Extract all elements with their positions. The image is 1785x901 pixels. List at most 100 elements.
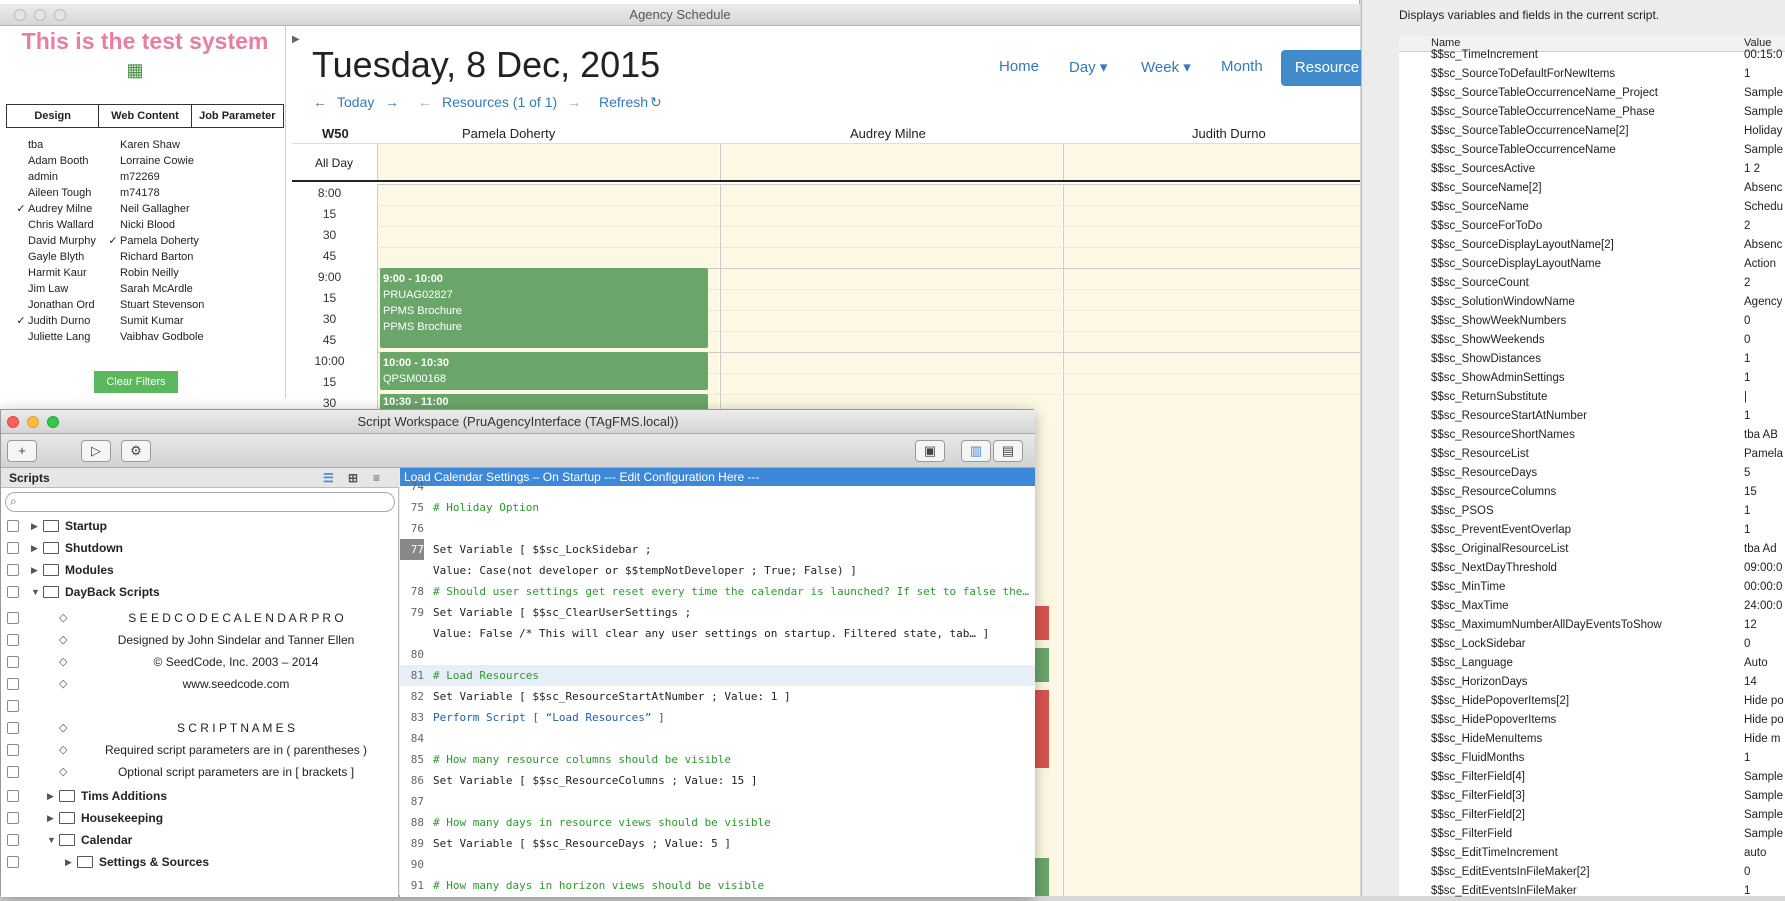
variable-row[interactable]: $$sc_SourceName Schedu xyxy=(1399,198,1785,217)
debug-script-icon[interactable]: ⚙ xyxy=(121,440,151,462)
search-input[interactable]: ⌕ xyxy=(5,492,395,512)
script-step[interactable]: Value: Case(not developer or $$tempNotDe… xyxy=(400,560,1035,581)
variable-row[interactable]: $$sc_MaxTime 24:00:0 xyxy=(1399,597,1785,616)
tab-job-parameter[interactable]: Job Parameter xyxy=(192,105,283,127)
refresh-icon[interactable]: ↻ xyxy=(650,94,662,111)
script-list-item[interactable]: ◇ Optional script parameters are in [ bra… xyxy=(1,762,399,782)
script-step[interactable]: 79 Set Variable [ $$sc_ClearUserSettings … xyxy=(400,602,1035,623)
person-filter-item[interactable]: Karen Shaw xyxy=(106,137,180,153)
person-filter-item[interactable]: m74178 xyxy=(106,185,160,201)
variable-row[interactable]: $$sc_SourceDisplayLayoutName Action xyxy=(1399,255,1785,274)
script-step[interactable]: 91 # How many days in horizon views shoul… xyxy=(400,875,1035,896)
variable-row[interactable]: $$sc_ShowWeekNumbers 0 xyxy=(1399,312,1785,331)
variable-row[interactable]: $$sc_SolutionWindowName Agency xyxy=(1399,293,1785,312)
variable-row[interactable]: $$sc_FilterField[3] Sample xyxy=(1399,787,1785,806)
variable-row[interactable]: $$sc_HideMenuItems Hide m xyxy=(1399,730,1785,749)
variable-row[interactable]: $$sc_EditEventsInFileMaker 1 xyxy=(1399,882,1785,901)
tab-design[interactable]: Design xyxy=(7,105,100,127)
disclosure-closed-icon[interactable]: ▶ xyxy=(65,852,72,872)
variable-row[interactable]: $$sc_ReturnSubstitute | xyxy=(1399,388,1785,407)
variable-row[interactable]: $$sc_LockSidebar 0 xyxy=(1399,635,1785,654)
nav-home[interactable]: Home xyxy=(999,58,1039,75)
variable-row[interactable]: $$sc_NextDayThreshold 09:00:0 xyxy=(1399,559,1785,578)
script-checkbox[interactable] xyxy=(7,612,19,624)
person-filter-item[interactable]: Sarah McArdle xyxy=(106,281,193,297)
list-view-icon[interactable]: ☰ xyxy=(323,468,334,488)
variable-row[interactable]: $$sc_FilterField Sample xyxy=(1399,825,1785,844)
nav-week[interactable]: Week ▾ xyxy=(1141,58,1191,76)
person-filter-item[interactable]: Adam Booth xyxy=(14,153,89,169)
variable-row[interactable]: $$sc_HidePopoverItems[2] Hide po xyxy=(1399,692,1785,711)
close-button[interactable] xyxy=(14,9,26,21)
all-day-cell[interactable] xyxy=(720,144,1062,180)
variable-row[interactable]: $$sc_SourceTableOccurrenceName[2] Holiday xyxy=(1399,122,1785,141)
script-step[interactable]: 89 Set Variable [ $$sc_ResourceDays ; Val… xyxy=(400,833,1035,854)
nav-resource[interactable]: Resource xyxy=(1281,50,1373,86)
options-icon[interactable]: ≡ xyxy=(373,468,380,488)
script-checkbox[interactable] xyxy=(7,766,19,778)
variable-row[interactable]: $$sc_SourceCount 2 xyxy=(1399,274,1785,293)
script-checkbox[interactable] xyxy=(7,520,19,532)
script-step[interactable]: 80 xyxy=(400,644,1035,665)
variable-row[interactable]: $$sc_ShowAdminSettings 1 xyxy=(1399,369,1785,388)
person-filter-item[interactable]: tba xyxy=(14,137,43,153)
person-filter-item[interactable]: Harmit Kaur xyxy=(14,265,87,281)
clear-filters-button[interactable]: Clear Filters xyxy=(94,371,178,393)
script-list-item[interactable]: ◇ www.seedcode.com xyxy=(1,674,399,694)
person-filter-item[interactable]: m72269 xyxy=(106,169,160,185)
script-list-item[interactable]: ▶ Settings & Sources xyxy=(1,852,399,872)
sidebar-toggle-icon[interactable]: ▶ xyxy=(292,34,302,45)
script-list-item[interactable]: ◇ Required script parameters are in ( par… xyxy=(1,740,399,760)
script-checkbox[interactable] xyxy=(7,722,19,734)
script-list-item[interactable]: ▶ Tims Additions xyxy=(1,786,399,806)
person-filter-item[interactable]: admin xyxy=(14,169,58,185)
variable-row[interactable]: $$sc_OriginalResourceList tba Ad xyxy=(1399,540,1785,559)
variable-row[interactable]: $$sc_ResourceStartAtNumber 1 xyxy=(1399,407,1785,426)
script-step[interactable]: 82 Set Variable [ $$sc_ResourceStartAtNum… xyxy=(400,686,1035,707)
script-list-item[interactable]: ◇ Designed by John Sindelar and Tanner El… xyxy=(1,630,399,650)
disclosure-closed-icon[interactable]: ▶ xyxy=(31,516,38,536)
script-step[interactable]: 87 xyxy=(400,791,1035,812)
script-checkbox[interactable] xyxy=(7,812,19,824)
variable-row[interactable]: $$sc_SourceDisplayLayoutName[2] Absenc xyxy=(1399,236,1785,255)
script-checkbox[interactable] xyxy=(7,700,19,712)
script-checkbox[interactable] xyxy=(7,564,19,576)
script-checkbox[interactable] xyxy=(7,678,19,690)
person-filter-item[interactable]: Sumit Kumar xyxy=(106,313,184,329)
variable-row[interactable]: $$sc_ResourceShortNames tba AB xyxy=(1399,426,1785,445)
all-day-cell[interactable] xyxy=(377,144,719,180)
script-list-item[interactable]: ◇ S C R I P T N A M E S xyxy=(1,718,399,738)
script-checkbox[interactable] xyxy=(7,744,19,756)
variable-row[interactable]: $$sc_SourceName[2] Absenc xyxy=(1399,179,1785,198)
calendar-event[interactable]: 10:00 - 10:30 QPSM00168 xyxy=(380,352,708,390)
variable-row[interactable]: $$sc_ResourceList Pamela xyxy=(1399,445,1785,464)
script-list-item[interactable]: ▶ Modules xyxy=(1,560,399,580)
script-checkbox[interactable] xyxy=(7,790,19,802)
script-list-item[interactable]: ▶ Housekeeping xyxy=(1,808,399,828)
next-arrow-icon[interactable]: → xyxy=(385,94,399,110)
script-list-item[interactable]: ▼ Calendar xyxy=(1,830,399,850)
person-filter-item[interactable]: Lorraine Cowie xyxy=(106,153,194,169)
calendar-event[interactable]: 9:00 - 10:00 PRUAG02827 PPMS Brochure PP… xyxy=(380,268,708,348)
person-filter-item[interactable]: Neil Gallagher xyxy=(106,201,190,217)
variable-row[interactable]: $$sc_FluidMonths 1 xyxy=(1399,749,1785,768)
run-script-icon[interactable]: ▷ xyxy=(81,440,111,462)
all-day-cell[interactable] xyxy=(1063,144,1360,180)
disclosure-closed-icon[interactable]: ▶ xyxy=(47,808,54,828)
person-filter-item[interactable]: Juliette Lang xyxy=(14,329,90,345)
event-block[interactable] xyxy=(1034,858,1049,896)
variable-row[interactable]: $$sc_SourceTableOccurrenceName_Project Sa… xyxy=(1399,84,1785,103)
person-filter-item[interactable]: Richard Barton xyxy=(106,249,193,265)
script-step[interactable]: 74 xyxy=(400,476,1035,497)
disclosure-closed-icon[interactable]: ▶ xyxy=(47,786,54,806)
close-button[interactable] xyxy=(7,416,19,428)
calendar-icon[interactable]: ▦ xyxy=(124,60,146,80)
person-filter-item[interactable]: Robin Neilly xyxy=(106,265,179,281)
variable-row[interactable]: $$sc_ResourceColumns 15 xyxy=(1399,483,1785,502)
script-step[interactable]: 86 Set Variable [ $$sc_ResourceColumns ; … xyxy=(400,770,1035,791)
person-filter-item[interactable]: Aileen Tough xyxy=(14,185,91,201)
variable-row[interactable]: $$sc_HorizonDays 14 xyxy=(1399,673,1785,692)
script-step[interactable]: 76 xyxy=(400,518,1035,539)
script-step[interactable]: Value: False /* This will clear any user… xyxy=(400,623,1035,644)
person-filter-item[interactable]: David Murphy xyxy=(14,233,96,249)
